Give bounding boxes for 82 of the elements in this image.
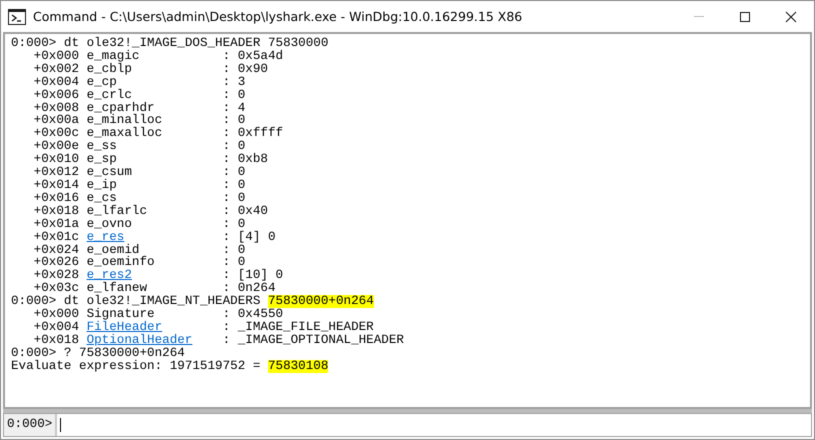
field-value: : 0xffff xyxy=(222,127,284,140)
field-value: : 0 xyxy=(222,88,246,102)
field-name: e_sp xyxy=(86,152,117,166)
field-offset: +0x000 xyxy=(34,50,80,63)
field-name: Signature xyxy=(86,307,155,322)
field-value: : 0 xyxy=(222,218,246,231)
field-value: : 0x4550 xyxy=(222,308,284,321)
field-offset: +0x004 xyxy=(34,320,80,334)
field-value: : 0x40 xyxy=(222,204,268,218)
field-link[interactable]: FileHeader xyxy=(86,320,162,334)
field-offset: +0x026 xyxy=(34,256,80,270)
field-link[interactable]: e_res2 xyxy=(86,268,132,282)
field-value: : 0x90 xyxy=(222,62,268,76)
command-text: ? xyxy=(64,346,72,360)
command-prompt: 0:000> xyxy=(11,295,56,308)
field-name: e_cp xyxy=(86,74,117,89)
field-name: e_minalloc xyxy=(86,113,162,128)
maximize-icon xyxy=(739,10,751,22)
command-argument: 75830000 xyxy=(268,37,328,50)
field-offset: +0x018 xyxy=(34,334,80,347)
field-offset: +0x012 xyxy=(34,166,80,179)
field-offset: +0x008 xyxy=(34,102,80,114)
field-offset: +0x018 xyxy=(34,204,80,218)
field-value: : [4] 0 xyxy=(222,230,276,244)
close-icon xyxy=(785,10,797,22)
field-value: : 0 xyxy=(222,178,246,192)
field-offset: +0x00c xyxy=(34,127,80,140)
field-name: e_ip xyxy=(86,178,117,192)
field-value: : 0n264 xyxy=(222,282,276,296)
field-name: e_crlc xyxy=(86,88,132,102)
field-offset: +0x00a xyxy=(34,114,80,128)
field-name: e_maxalloc xyxy=(86,126,162,140)
field-value: : 4 xyxy=(222,102,246,114)
field-offset: +0x01c xyxy=(34,230,80,244)
field-offset: +0x016 xyxy=(34,192,80,205)
field-offset: +0x03c xyxy=(34,282,80,296)
field-name: e_cs xyxy=(86,190,117,205)
field-value: : _IMAGE_OPTIONAL_HEADER xyxy=(222,334,404,347)
field-name: e_oeminfo xyxy=(86,255,155,270)
window-title: Command - C:\Users\admin\Desktop\lyshark.exe - WinDbg:10.0.16299.15 X86 xyxy=(33,9,524,24)
field-value: : 0 xyxy=(222,140,246,154)
command-text: dt ole32!_IMAGE_DOS_HEADER xyxy=(64,37,260,50)
field-offset: +0x024 xyxy=(34,244,80,256)
result-text: Evaluate expression: 1971519752 = xyxy=(11,360,260,373)
field-name: e_lfarlc xyxy=(86,204,148,218)
minimize-icon xyxy=(694,16,704,17)
field-offset: +0x006 xyxy=(34,88,80,102)
command-prompt: 0:000> xyxy=(11,346,56,360)
field-value: : 0 xyxy=(222,256,246,270)
field-link[interactable]: OptionalHeader xyxy=(86,332,192,347)
command-text: dt ole32!_IMAGE_NT_HEADERS xyxy=(64,295,260,308)
field-value: : 0 xyxy=(222,114,246,128)
field-name: e_oemid xyxy=(86,242,140,256)
field-value: : 0 xyxy=(222,192,246,205)
field-offset: +0x01a xyxy=(34,218,80,231)
field-value: : 0xb8 xyxy=(222,153,268,166)
field-offset: +0x028 xyxy=(34,269,80,282)
field-name: e_cblp xyxy=(86,62,132,76)
field-link[interactable]: e_res xyxy=(86,230,124,244)
field-value: : 0 xyxy=(222,244,246,256)
field-name: e_ovno xyxy=(86,216,132,231)
field-value: : [10] 0 xyxy=(222,269,284,282)
field-value: : 3 xyxy=(222,76,246,89)
field-offset: +0x010 xyxy=(34,153,80,166)
field-offset: +0x00e xyxy=(34,140,80,154)
command-prompt: 0:000> xyxy=(11,37,56,50)
result-value: 75830108 xyxy=(268,360,328,373)
field-name: e_lfanew xyxy=(86,281,148,296)
console-icon xyxy=(8,8,26,24)
field-offset: +0x014 xyxy=(34,178,80,192)
field-name: e_csum xyxy=(86,165,132,180)
field-name: e_cparhdr xyxy=(86,100,155,115)
command-argument: 75830000+0n264 xyxy=(268,295,374,308)
field-offset: +0x000 xyxy=(34,308,80,321)
field-value: : _IMAGE_FILE_HEADER xyxy=(222,320,374,334)
field-name: e_ss xyxy=(86,139,117,154)
field-value: : 0 xyxy=(222,166,246,179)
command-argument: 75830000+0n264 xyxy=(79,346,185,360)
field-offset: +0x002 xyxy=(34,62,80,76)
field-value: : 0x5a4d xyxy=(222,50,284,63)
field-name: e_magic xyxy=(86,48,140,63)
field-offset: +0x004 xyxy=(34,76,80,89)
